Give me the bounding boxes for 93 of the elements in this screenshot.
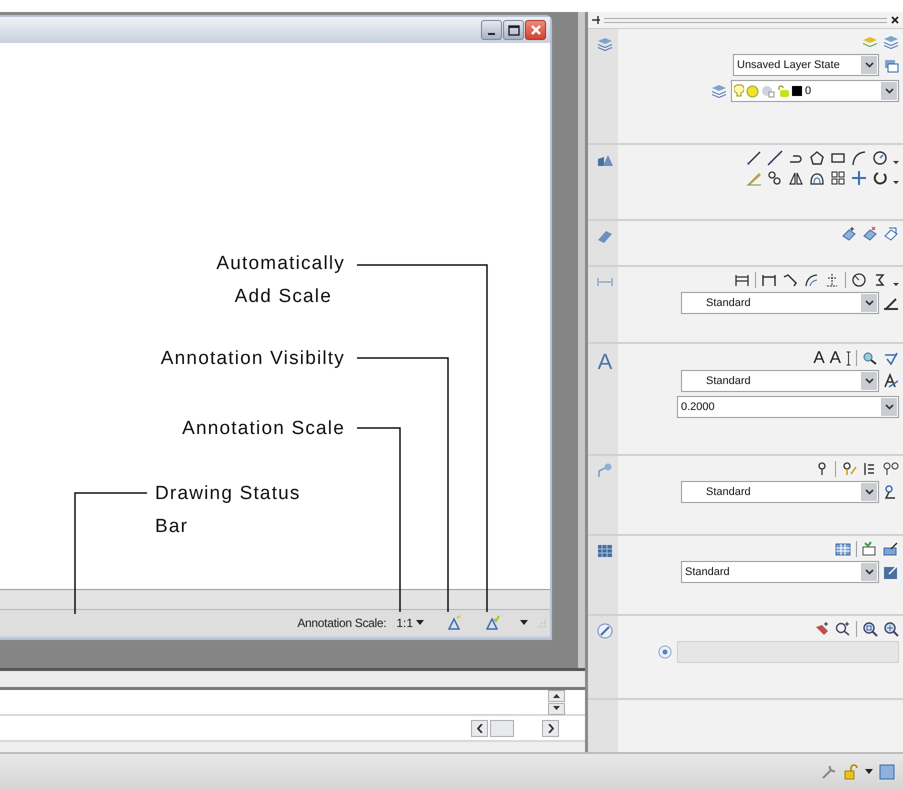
mirror-icon[interactable] [788, 170, 804, 186]
sun-icon[interactable] [746, 84, 759, 98]
construction-line-icon[interactable] [767, 150, 783, 166]
callout-label: Automatically Add Scale [216, 252, 345, 309]
copy-icon[interactable] [767, 170, 783, 186]
leader-icon[interactable] [841, 461, 857, 477]
maximize-icon [508, 24, 520, 36]
spell-check-icon[interactable] [883, 350, 899, 366]
chevron-left-icon [476, 724, 482, 732]
layers-icon[interactable] [711, 83, 727, 99]
chevron-down-icon [864, 300, 874, 306]
annotation-scale-value[interactable]: 1:1 [396, 616, 413, 630]
close-icon[interactable] [891, 16, 899, 24]
callout-label: Drawing Status Bar [155, 482, 301, 539]
line-icon[interactable] [746, 150, 762, 166]
leader-icon[interactable] [883, 461, 899, 477]
scroll-down-button[interactable] [548, 702, 565, 714]
dropdown[interactable]: Standard [681, 292, 879, 314]
dropdown[interactable]: 0.2000 [677, 396, 899, 418]
scroll-thumb[interactable] [490, 720, 514, 736]
zoom-icon[interactable] [862, 350, 878, 366]
polygon-icon[interactable] [809, 150, 825, 166]
dropdown[interactable]: Standard [681, 561, 879, 583]
zoom-icon[interactable] [835, 621, 851, 637]
table-refresh-icon[interactable] [862, 541, 878, 557]
minimize-button[interactable] [481, 20, 502, 40]
lock-icon[interactable] [843, 764, 859, 780]
layer-state-icon[interactable] [883, 57, 899, 73]
annotation-visibility-icon[interactable] [446, 615, 462, 631]
chevron-down-icon [884, 88, 894, 94]
table-icon [597, 543, 613, 559]
move-icon[interactable] [851, 170, 867, 186]
dropdown[interactable]: Standard [681, 370, 879, 392]
dropdown[interactable]: Unsaved Layer State [733, 54, 879, 76]
wrench-icon[interactable] [821, 764, 837, 780]
block-icon[interactable] [841, 226, 857, 242]
table-style-icon[interactable] [883, 564, 899, 580]
caret-icon[interactable] [520, 620, 528, 626]
array-icon[interactable] [830, 170, 846, 186]
caret-up-icon [553, 693, 560, 698]
lock-icon[interactable] [777, 84, 790, 98]
zoom-icon[interactable] [883, 621, 899, 637]
text-glyph: A [598, 351, 612, 373]
minimize-icon [488, 33, 495, 35]
color-swatch-icon[interactable] [792, 86, 802, 96]
circle-icon[interactable] [872, 150, 888, 166]
chevron-down-icon [864, 378, 874, 384]
dimension-icon[interactable] [761, 272, 777, 288]
dimension-icon[interactable] [734, 272, 750, 288]
maximize-button[interactable] [503, 20, 524, 40]
dimension-icon[interactable] [782, 272, 798, 288]
text-style-icon[interactable] [883, 373, 899, 389]
text-tool[interactable]: A [813, 349, 825, 366]
dropdown[interactable]: Standard [681, 481, 879, 503]
layers-icon[interactable] [883, 34, 899, 50]
table-edit-icon[interactable] [883, 541, 899, 557]
chevron-down-icon [864, 489, 874, 495]
annotation-scale-label: Annotation Scale: [297, 616, 386, 630]
callout-label: Annotation Visibilty [160, 347, 345, 371]
lightbulb-icon[interactable] [734, 84, 744, 98]
scroll-left-button[interactable] [471, 720, 488, 736]
block-icon [597, 228, 613, 244]
close-icon [530, 24, 542, 36]
auto-add-scale-icon[interactable] [484, 615, 500, 631]
window-icon[interactable] [879, 764, 895, 780]
chevron-down-icon [864, 569, 874, 575]
close-button[interactable] [525, 20, 546, 40]
text-cursor-icon[interactable] [846, 350, 851, 366]
chevron-down-icon [884, 404, 894, 410]
dimension-icon[interactable] [824, 272, 840, 288]
target-icon [657, 644, 673, 660]
rotate-icon[interactable] [872, 170, 888, 186]
collapse-icon[interactable] [592, 15, 600, 25]
table-icon[interactable] [835, 541, 851, 557]
layers-icon [597, 36, 613, 52]
multileader-icon [597, 463, 613, 479]
callout-label: Annotation Scale [182, 417, 345, 441]
scroll-up-button[interactable] [548, 690, 565, 702]
caret-down-icon [553, 706, 560, 711]
layers-icon[interactable] [862, 34, 878, 50]
dimension-icon[interactable] [803, 272, 819, 288]
text-tool[interactable]: A [830, 349, 841, 366]
chevron-down-icon [864, 62, 874, 68]
zoom-icon[interactable] [862, 621, 878, 637]
chevron-right-icon [548, 724, 554, 732]
scroll-right-button[interactable] [542, 720, 559, 736]
dropdown[interactable]: 0 [731, 80, 899, 102]
block-icon[interactable] [883, 226, 899, 242]
caret-icon[interactable] [416, 620, 424, 626]
dimension-icon[interactable] [851, 272, 867, 288]
caret-icon[interactable] [865, 769, 873, 775]
resize-grip-icon[interactable] [536, 618, 546, 628]
arc-icon[interactable] [851, 150, 867, 166]
